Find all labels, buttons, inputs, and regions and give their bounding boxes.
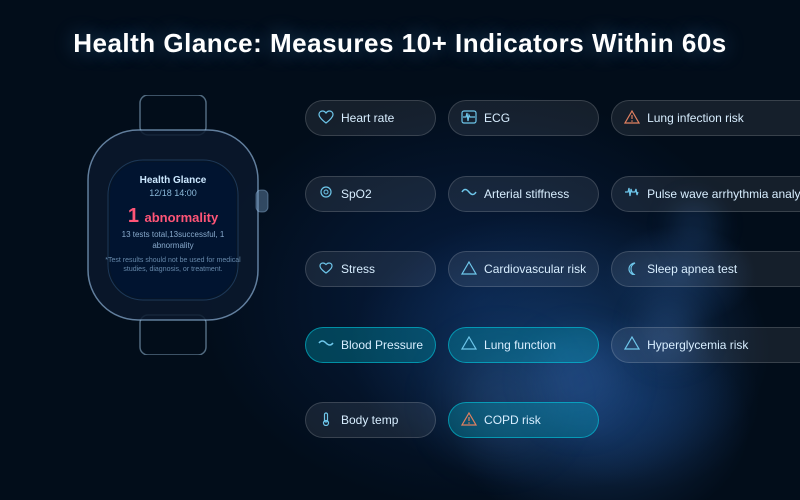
watch-date: 12/18 14:00 (103, 188, 243, 198)
indicator-arterial-stiffness[interactable]: Arterial stiffness (448, 176, 599, 212)
watch-screen: Health Glance 12/18 14:00 1 abnormality … (103, 175, 243, 275)
indicator-lung-function[interactable]: Lung function (448, 327, 599, 363)
spo2-icon (318, 185, 334, 202)
hyperglycemia-icon (624, 336, 640, 353)
cardiovascular-label: Cardiovascular risk (484, 262, 586, 276)
copd-risk-icon (461, 412, 477, 429)
sleep-apnea-label: Sleep apnea test (647, 262, 737, 276)
indicator-stress[interactable]: Stress (305, 251, 436, 287)
indicator-pulse-wave[interactable]: Pulse wave arrhythmia analysis (611, 176, 800, 212)
lung-function-label: Lung function (484, 338, 556, 352)
indicators-grid: Heart rate ECG Lung infection risk SpO2 Arte… (305, 100, 790, 470)
cardiovascular-icon (461, 261, 477, 278)
indicator-copd-risk[interactable]: COPD risk (448, 402, 599, 438)
indicator-spo2[interactable]: SpO2 (305, 176, 436, 212)
spo2-label: SpO2 (341, 187, 372, 201)
indicator-cardiovascular[interactable]: Cardiovascular risk (448, 251, 599, 287)
watch-tests-info: 13 tests total,13successful, 1 abnormali… (103, 229, 243, 251)
lung-infection-label: Lung infection risk (647, 111, 744, 125)
indicator-sleep-apnea[interactable]: Sleep apnea test (611, 251, 800, 287)
copd-risk-label: COPD risk (484, 413, 541, 427)
heart-rate-label: Heart rate (341, 111, 394, 125)
indicator-lung-infection[interactable]: Lung infection risk (611, 100, 800, 136)
pulse-wave-label: Pulse wave arrhythmia analysis (647, 187, 800, 201)
lung-function-icon (461, 336, 477, 353)
indicator-heart-rate[interactable]: Heart rate (305, 100, 436, 136)
indicator-blood-pressure[interactable]: Blood Pressure (305, 327, 436, 363)
hyperglycemia-label: Hyperglycemia risk (647, 338, 748, 352)
indicator-body-temp[interactable]: Body temp (305, 402, 436, 438)
indicator-hyperglycemia[interactable]: Hyperglycemia risk (611, 327, 800, 363)
blood-pressure-label: Blood Pressure (341, 338, 423, 352)
arterial-stiffness-icon (461, 185, 477, 202)
stress-label: Stress (341, 262, 375, 276)
stress-icon (318, 261, 334, 278)
indicator-ecg[interactable]: ECG (448, 100, 599, 136)
sleep-apnea-icon (624, 261, 640, 278)
ecg-icon (461, 110, 477, 127)
body-temp-icon (318, 412, 334, 429)
pulse-wave-icon (624, 185, 640, 202)
watch-abnormality-count: 1 abnormality (103, 206, 243, 226)
page-title: Health Glance: Measures 10+ Indicators W… (0, 28, 800, 59)
ecg-label: ECG (484, 111, 510, 125)
arterial-stiffness-label: Arterial stiffness (484, 187, 569, 201)
watch-device: Health Glance 12/18 14:00 1 abnormality … (68, 95, 278, 355)
heart-rate-icon (318, 110, 334, 127)
watch-disclaimer: *Test results should not be used for med… (103, 257, 243, 275)
watch-screen-title: Health Glance (103, 175, 243, 186)
body-temp-label: Body temp (341, 413, 398, 427)
blood-pressure-icon (318, 336, 334, 353)
lung-infection-icon (624, 110, 640, 127)
